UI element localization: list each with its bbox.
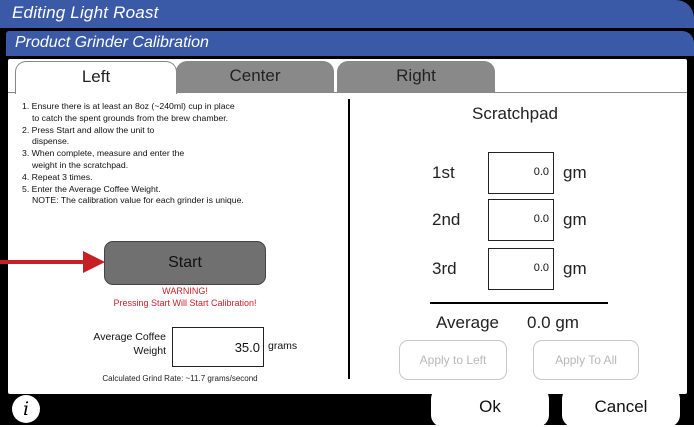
average-weight-unit: grams — [268, 340, 298, 352]
average-weight-label-line2: Weight — [133, 345, 167, 357]
average-weight-value: 35.0 — [234, 340, 260, 355]
instruction-line: 2. Press Start and allow the unit to — [22, 124, 155, 135]
instruction-line: weight in the scratchpad. — [32, 159, 129, 170]
instruction-line: 3. When complete, measure and enter the — [22, 148, 185, 159]
red-pointer-arrow-head — [83, 251, 105, 273]
subtitle-bar: Product Grinder Calibration — [6, 31, 694, 56]
average-weight-input[interactable]: 35.0 — [172, 327, 264, 367]
scratchpad-title: Scratchpad — [472, 104, 558, 123]
scratch-unit-3rd: gm — [563, 259, 587, 278]
info-icon[interactable]: i — [12, 395, 40, 423]
instruction-line: 5. Enter the Average Coffee Weight. — [22, 183, 161, 194]
warning-text: Pressing Start Will Start Calibration! — [113, 298, 257, 308]
apply-to-all-button[interactable]: Apply To All — [533, 340, 639, 380]
scratch-value-1st: 0.0 — [533, 166, 549, 178]
instruction-line: 4. Repeat 3 times. — [22, 171, 93, 182]
instruction-line: NOTE: The calibration value for each gri… — [32, 195, 244, 206]
instruction-line: to catch the spent grounds from the brew… — [32, 112, 229, 123]
scratch-input-2nd[interactable]: 0.0 — [488, 199, 554, 241]
tab-left[interactable]: Left — [15, 61, 177, 94]
cancel-button[interactable]: Cancel — [562, 387, 680, 427]
title-bar: Editing Light Roast — [0, 0, 694, 28]
instruction-line: dispense. — [32, 136, 70, 147]
ok-button[interactable]: Ok — [431, 387, 549, 427]
average-weight-label-line1: Average Coffee — [93, 331, 166, 343]
scratch-value-2nd: 0.0 — [533, 213, 549, 225]
average-weight-label: Average Coffee Weight — [60, 330, 166, 358]
scratch-input-1st[interactable]: 0.0 — [488, 152, 554, 194]
red-pointer-arrow — [0, 260, 85, 264]
scratch-unit-2nd: gm — [563, 210, 587, 229]
average-label: Average — [436, 313, 500, 332]
window-title: Editing Light Roast — [12, 3, 159, 22]
tab-center[interactable]: Center — [176, 61, 334, 93]
scratch-label-1st: 1st — [432, 163, 455, 182]
scratch-label-3rd: 3rd — [432, 259, 457, 278]
apply-to-left-button[interactable]: Apply to Left — [399, 340, 507, 380]
warning-title: WARNING! — [162, 286, 208, 296]
calculated-grind-rate: Calculated Grind Rate: ~11.7 grams/secon… — [102, 374, 258, 383]
scratch-label-2nd: 2nd — [432, 210, 461, 229]
start-button[interactable]: Start — [104, 241, 266, 285]
scratch-input-3rd[interactable]: 0.0 — [488, 248, 554, 290]
window-subtitle: Product Grinder Calibration — [15, 34, 209, 51]
panel-divider — [348, 99, 350, 379]
scratch-value-3rd: 0.0 — [533, 262, 549, 274]
instruction-line: 1. Ensure there is at least an 8oz (~240… — [22, 101, 235, 111]
average-value: 0.0 gm — [527, 313, 579, 332]
average-divider — [430, 302, 608, 304]
instructions: 1. Ensure there is at least an 8oz (~240… — [22, 101, 332, 207]
tab-right[interactable]: Right — [337, 61, 495, 93]
scratch-unit-1st: gm — [563, 163, 587, 182]
